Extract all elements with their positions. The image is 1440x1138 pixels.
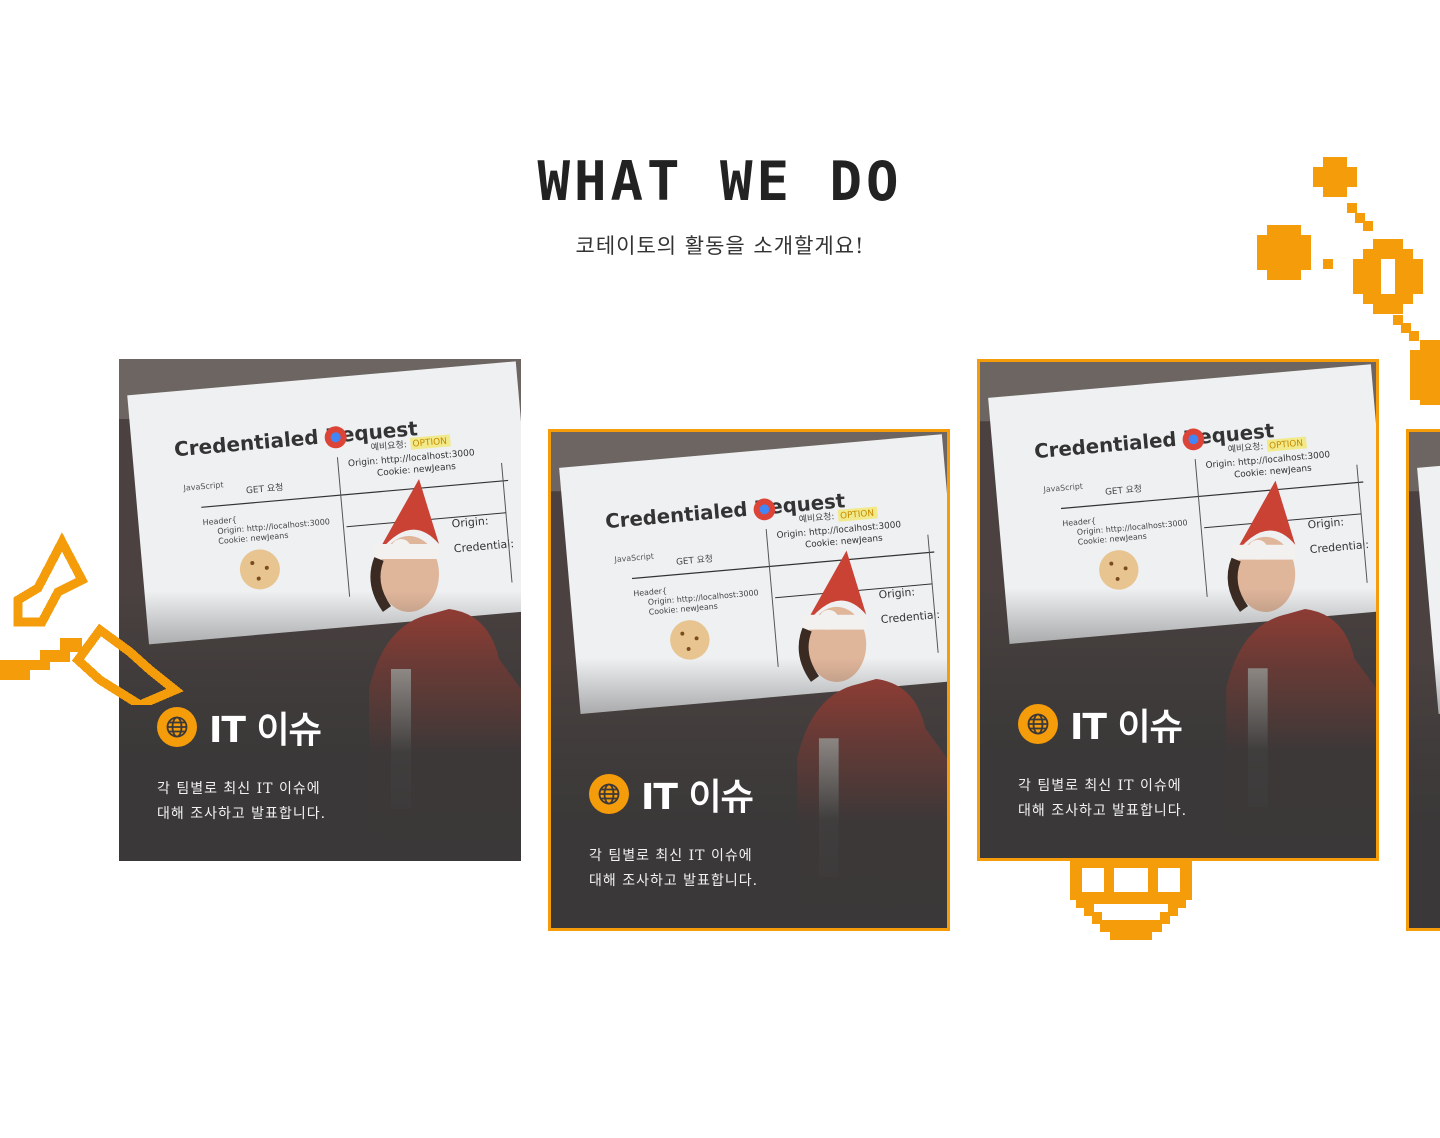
pixel-arrow-decoration-icon — [0, 532, 184, 705]
card-body: IT 이슈 각 팀별로 최신 IT 이슈에 대해 조사하고 발표합니다. — [589, 768, 927, 894]
card-description-line: 각 팀별로 최신 IT 이슈에 — [1018, 778, 1182, 794]
activity-card-partial[interactable] — [1406, 429, 1440, 931]
activity-card[interactable]: Credentialed Request JavaScript GET 요청 H… — [977, 359, 1379, 861]
card-description-line: 대해 조사하고 발표합니다. — [157, 806, 327, 822]
section-subtitle: 코테이토의 활동을 소개할게요! — [575, 234, 865, 258]
activity-card[interactable]: Credentialed Request JavaScript GET 요청 H… — [548, 429, 950, 931]
card-description: 각 팀별로 최신 IT 이슈에 대해 조사하고 발표합니다. — [1018, 774, 1356, 824]
card-gradient — [1409, 658, 1440, 928]
card-description-line: 각 팀별로 최신 IT 이슈에 — [589, 848, 753, 864]
card-description-line: 대해 조사하고 발표합니다. — [589, 873, 759, 889]
card-title: IT 이슈 — [209, 710, 322, 751]
globe-icon — [1018, 704, 1058, 744]
card-description-line: 각 팀별로 최신 IT 이슈에 — [157, 781, 321, 797]
card-description: 각 팀별로 최신 IT 이슈에 대해 조사하고 발표합니다. — [157, 777, 501, 827]
card-heading: IT 이슈 — [589, 768, 927, 820]
card-heading: IT 이슈 — [157, 701, 501, 753]
card-heading: IT 이슈 — [1018, 698, 1356, 750]
globe-icon — [157, 707, 197, 747]
card-title: IT 이슈 — [641, 777, 754, 818]
card-body: IT 이슈 각 팀별로 최신 IT 이슈에 대해 조사하고 발표합니다. — [1018, 698, 1356, 824]
card-description-line: 대해 조사하고 발표합니다. — [1018, 803, 1188, 819]
section-title: WHAT WE DO — [537, 150, 903, 213]
globe-icon — [589, 774, 629, 814]
pixel-cup-decoration-icon — [1070, 858, 1192, 940]
what-we-do-section: WHAT WE DO 코테이토의 활동을 소개할게요! Credentialed… — [0, 0, 1440, 1138]
card-description: 각 팀별로 최신 IT 이슈에 대해 조사하고 발표합니다. — [589, 844, 927, 894]
card-title: IT 이슈 — [1070, 707, 1183, 748]
card-body: IT 이슈 각 팀별로 최신 IT 이슈에 대해 조사하고 발표합니다. — [157, 701, 501, 827]
